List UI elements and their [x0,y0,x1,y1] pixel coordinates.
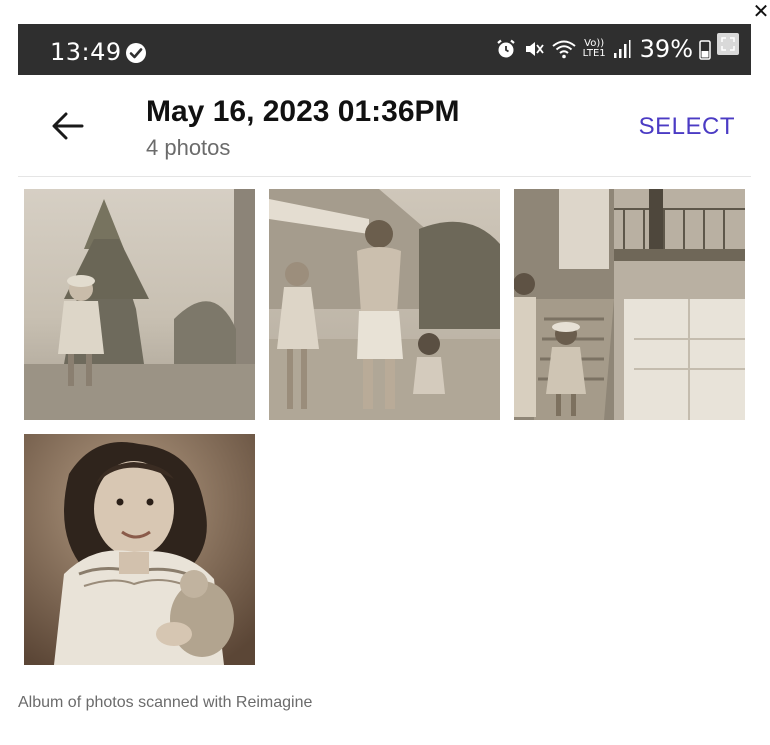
expand-icon[interactable] [717,33,739,55]
alarm-icon [495,38,517,60]
battery-icon [699,38,711,60]
photo-tile[interactable] [24,434,255,665]
status-bar: 13:49 Vo)) LTE1 39% [18,24,751,75]
phone-screen: 13:49 Vo)) LTE1 39% May 16, 2023 01:36PM… [18,24,751,665]
photo-tile[interactable] [24,189,255,420]
album-header: May 16, 2023 01:36PM 4 photos SELECT [18,75,751,177]
mute-icon [523,38,545,60]
status-icons: Vo)) LTE1 39% [495,33,739,64]
photo-man-and-children [269,189,500,420]
battery-percent: 39% [639,35,693,63]
photo-girl-portrait [24,434,255,665]
photo-tile[interactable] [269,189,500,420]
photo-tile[interactable] [514,189,745,420]
status-time: 13:49 [50,38,122,66]
photo-girl-by-tree [24,189,255,420]
album-caption: Album of photos scanned with Reimagine [18,694,313,711]
album-title: May 16, 2023 01:36PM [146,95,460,128]
arrow-left-icon[interactable] [50,110,86,142]
check-circle-icon [125,42,147,64]
signal-icon [612,39,632,59]
photo-count: 4 photos [146,135,231,160]
photo-children-by-house [514,189,745,420]
select-button[interactable]: SELECT [639,113,735,141]
volte-lte-label: Vo)) LTE1 [582,38,606,59]
wifi-icon [551,38,577,60]
close-icon[interactable]: ✕ [752,0,770,22]
